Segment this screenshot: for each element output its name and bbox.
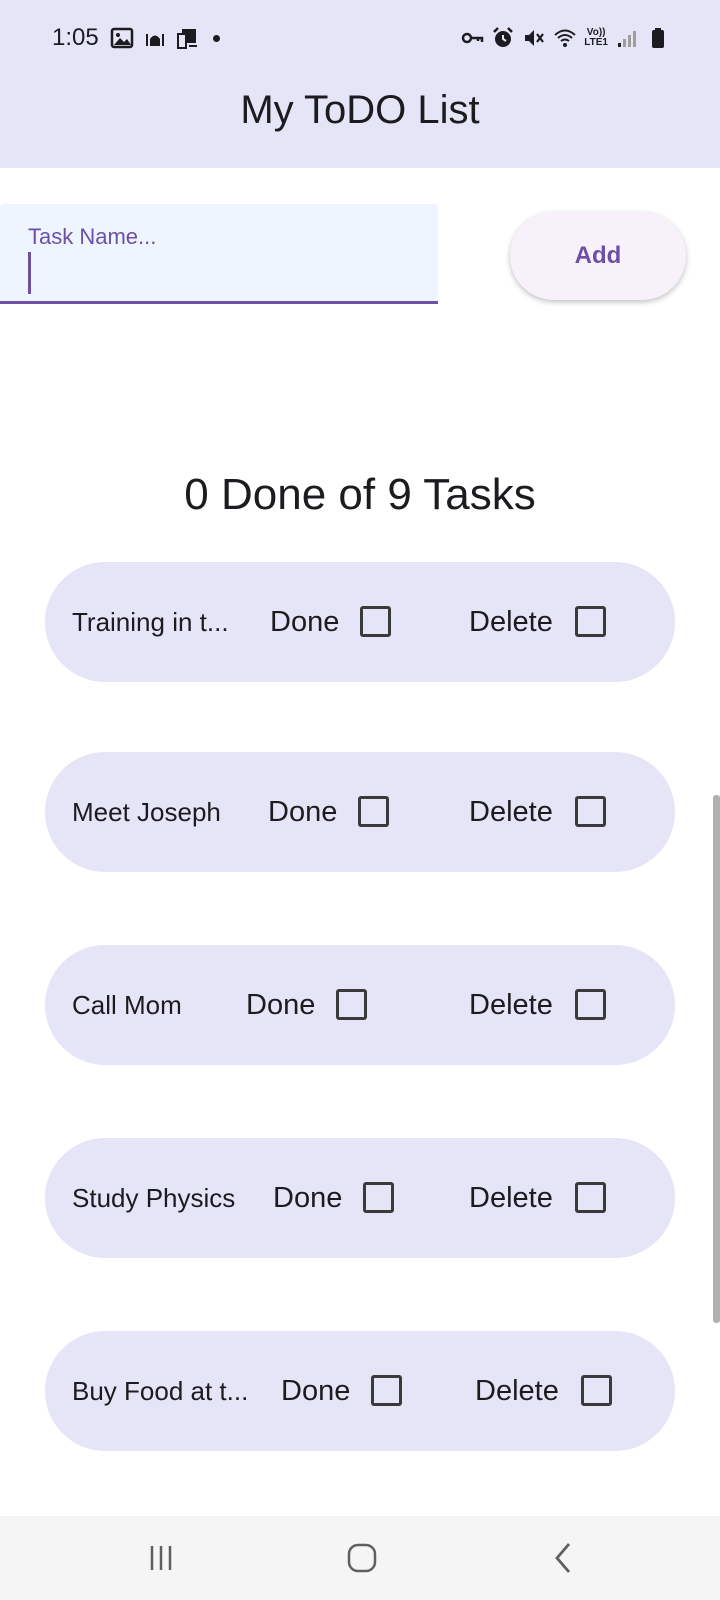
delete-label: Delete — [475, 1375, 559, 1407]
scrollbar[interactable] — [713, 795, 720, 1323]
task-card: Meet Joseph Done Delete — [45, 752, 675, 872]
wifi-icon — [553, 26, 577, 50]
back-icon[interactable] — [541, 1536, 585, 1580]
delete-label: Delete — [469, 989, 553, 1021]
task-card: Buy Food at t... Done Delete — [45, 1331, 675, 1451]
status-bar: 1:05 Vo)) LTE1 — [0, 0, 720, 78]
done-label: Done — [268, 796, 338, 828]
task-name: Call Mom — [72, 990, 182, 1020]
done-checkbox[interactable] — [363, 1182, 394, 1213]
done-checkbox[interactable] — [360, 606, 391, 637]
task-card: Study Physics Done Delete — [45, 1138, 675, 1258]
home-icon[interactable] — [340, 1536, 384, 1580]
delete-label: Delete — [469, 796, 553, 828]
signal-icon — [615, 26, 639, 50]
delete-checkbox[interactable] — [575, 1182, 606, 1213]
done-label: Done — [281, 1375, 351, 1407]
task-name: Buy Food at t... — [72, 1376, 249, 1406]
status-left-icons — [110, 26, 220, 50]
status-right-icons: Vo)) LTE1 — [460, 26, 670, 50]
task-name: Meet Joseph — [72, 797, 221, 827]
delete-checkbox[interactable] — [581, 1375, 612, 1406]
task-name: Training in t... — [72, 607, 229, 637]
done-label: Done — [246, 989, 316, 1021]
page-title: My ToDO List — [240, 88, 480, 132]
task-card: Training in t... Done Delete — [45, 562, 675, 682]
done-checkbox[interactable] — [371, 1375, 402, 1406]
notification-dot-icon — [213, 34, 220, 42]
top-bar: 1:05 Vo)) LTE1 My ToDO List — [0, 0, 720, 168]
delete-label: Delete — [469, 1182, 553, 1214]
mosque-icon — [143, 26, 167, 50]
gallery-icon — [110, 26, 134, 50]
task-name: Study Physics — [72, 1183, 236, 1213]
screen: 1:05 Vo)) LTE1 My ToDO List Task Name...… — [0, 0, 720, 1600]
system-nav-bar — [0, 1516, 720, 1600]
done-checkbox[interactable] — [336, 989, 367, 1020]
delete-checkbox[interactable] — [575, 606, 606, 637]
text-cursor — [28, 252, 31, 294]
battery-icon — [646, 26, 670, 50]
lte-text: LTE1 — [584, 37, 608, 48]
done-checkbox[interactable] — [358, 796, 389, 827]
task-card: Call Mom Done Delete — [45, 945, 675, 1065]
add-button[interactable]: Add — [510, 212, 686, 300]
mute-icon — [522, 26, 546, 50]
volte-lte-icon: Vo)) LTE1 — [584, 28, 608, 48]
screen-mirror-icon — [176, 26, 200, 50]
task-summary: 0 Done of 9 Tasks — [184, 470, 536, 519]
done-label: Done — [270, 606, 340, 638]
delete-checkbox[interactable] — [575, 989, 606, 1020]
status-time: 1:05 — [52, 24, 99, 51]
task-name-label: Task Name... — [28, 224, 157, 249]
vpn-key-icon — [460, 26, 484, 50]
recent-apps-icon[interactable] — [139, 1536, 183, 1580]
alarm-icon — [491, 26, 515, 50]
delete-label: Delete — [469, 606, 553, 638]
delete-checkbox[interactable] — [575, 796, 606, 827]
task-name-input[interactable]: Task Name... — [0, 204, 438, 304]
done-label: Done — [273, 1182, 343, 1214]
